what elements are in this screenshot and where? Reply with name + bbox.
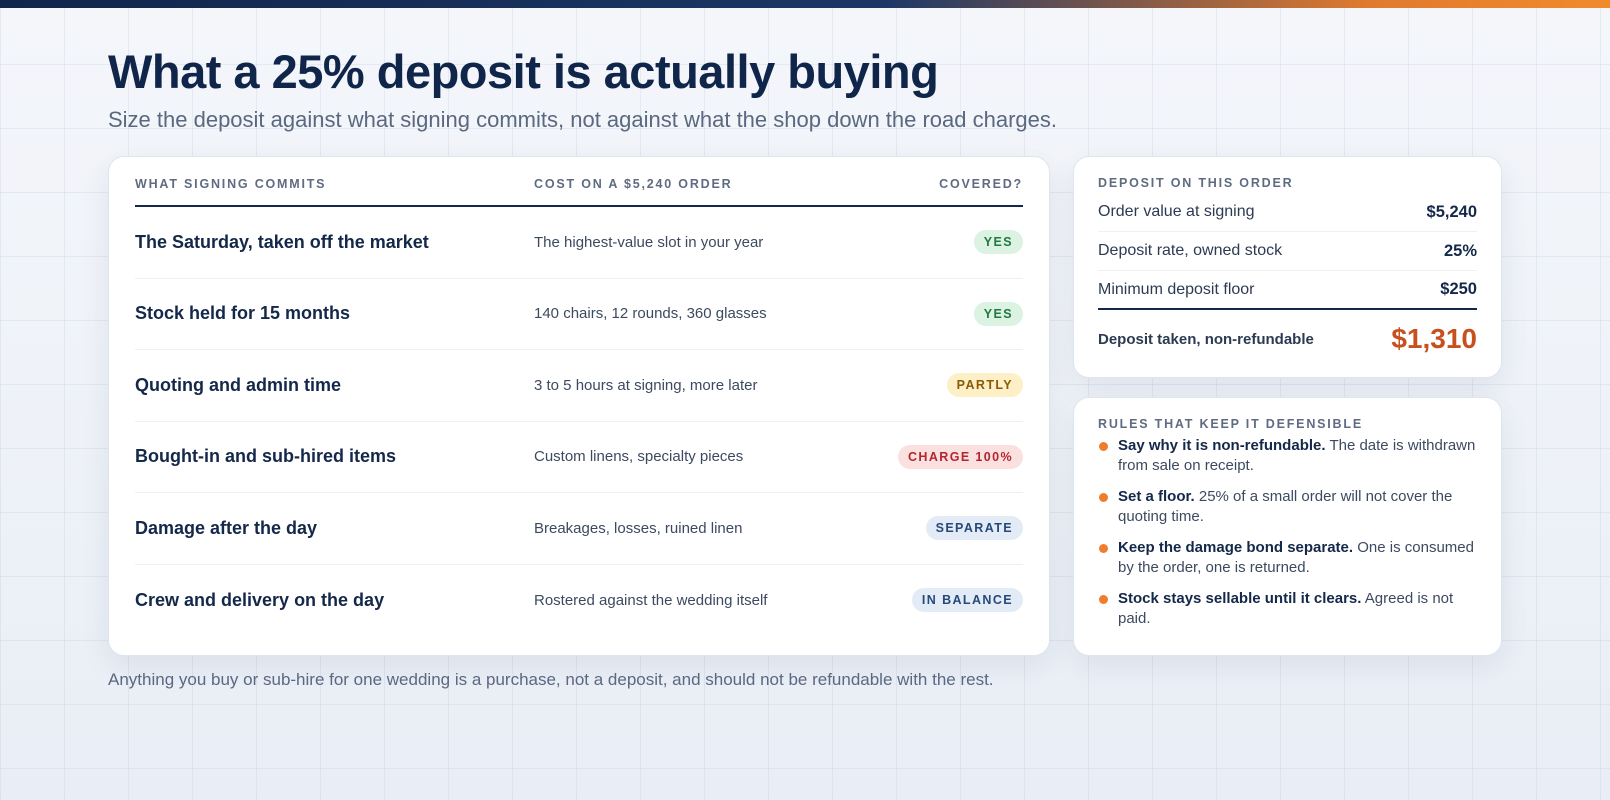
deposit-row-value: 25% [1443,241,1477,260]
row-commitment: Quoting and admin time [135,374,341,395]
deposit-summary-card: DEPOSIT ON THIS ORDER Order value at sig… [1073,156,1502,378]
rules-list: Say why it is non-refundable. The date i… [1098,434,1477,628]
footnote: Anything you buy or sub-hire for one wed… [108,670,994,689]
deposit-row-label: Deposit rate, owned stock [1098,242,1283,259]
deposit-card-label: DEPOSIT ON THIS ORDER [1098,176,1294,190]
rule-heading: Set a floor. [1118,488,1195,505]
row-commitment: Stock held for 15 months [135,303,351,324]
row-cost: 3 to 5 hours at signing, more later [534,376,758,394]
deposit-row-value: $5,240 [1426,202,1477,221]
row-cost: Custom linens, specialty pieces [534,448,744,466]
deposit-row-order-value: Order value at signing $5,240 [1098,193,1477,232]
row-commitment: Crew and delivery on the day [135,589,385,610]
header-commits: WHAT SIGNING COMMITS [135,177,327,191]
status-badge: PARTLY [946,373,1023,398]
row-cost: Breakages, losses, ruined linen [534,519,743,537]
table-header: WHAT SIGNING COMMITS COST ON A $5,240 OR… [135,157,1023,207]
bullet-dot-icon [1099,595,1108,604]
rule-heading: Say why it is non-refundable. [1118,437,1326,454]
table-body: The Saturday, taken off the market The h… [135,207,1023,636]
deposit-row-value: $250 [1440,280,1477,298]
top-accent-bar [0,0,1610,8]
status-badge: YES [973,301,1023,326]
rule-heading: Keep the damage bond separate. [1118,539,1354,556]
status-badge: CHARGE 100% [897,444,1023,469]
deposit-total-label: Deposit taken, non-refundable [1098,330,1314,348]
list-item: Stock stays sellable until it clears. Ag… [1098,589,1477,628]
row-cost: 140 chairs, 12 rounds, 360 glasses [534,305,767,323]
table-row: Bought-in and sub-hired items Custom lin… [135,422,1023,493]
deposit-row-label: Minimum deposit floor [1098,280,1255,298]
table-row: Crew and delivery on the day Rostered ag… [135,565,1023,637]
table-row: Stock held for 15 months 140 chairs, 12 … [135,279,1023,350]
table-row: Quoting and admin time 3 to 5 hours at s… [135,350,1023,422]
header-covered: COVERED? [939,177,1023,191]
list-item: Set a floor. 25% of a small order will n… [1098,487,1477,526]
bullet-dot-icon [1099,442,1108,451]
deposit-row-floor: Minimum deposit floor $250 [1098,271,1477,310]
bullet-dot-icon [1099,493,1108,502]
list-item: Say why it is non-refundable. The date i… [1098,436,1477,475]
row-cost: The highest-value slot in your year [534,233,764,251]
row-cost: Rostered against the wedding itself [534,591,768,609]
rules-card: RULES THAT KEEP IT DEFENSIBLE Say why it… [1073,397,1502,656]
rule-heading: Stock stays sellable until it clears. [1118,590,1362,607]
table-row: Damage after the day Breakages, losses, … [135,493,1023,565]
deposit-row-rate: Deposit rate, owned stock 25% [1098,232,1477,271]
status-badge: YES [973,230,1023,255]
deposit-row-label: Order value at signing [1098,203,1255,220]
page-title: What a 25% deposit is actually buying [108,45,939,98]
row-commitment: The Saturday, taken off the market [135,231,429,252]
table-row: The Saturday, taken off the market The h… [135,207,1023,279]
status-badge: IN BALANCE [911,588,1023,613]
rules-card-label: RULES THAT KEEP IT DEFENSIBLE [1098,417,1363,431]
deposit-total-value: $1,310 [1391,323,1477,354]
header-cost: COST ON A $5,240 ORDER [534,177,733,191]
list-item: Keep the damage bond separate. One is co… [1098,538,1477,577]
commitments-table: WHAT SIGNING COMMITS COST ON A $5,240 OR… [108,156,1050,656]
deposit-total-row: Deposit taken, non-refundable $1,310 [1098,310,1477,368]
page-subtitle: Size the deposit against what signing co… [108,107,1058,132]
row-commitment: Damage after the day [135,517,318,538]
bullet-dot-icon [1099,544,1108,553]
status-badge: SEPARATE [925,516,1023,541]
row-commitment: Bought-in and sub-hired items [135,446,396,467]
